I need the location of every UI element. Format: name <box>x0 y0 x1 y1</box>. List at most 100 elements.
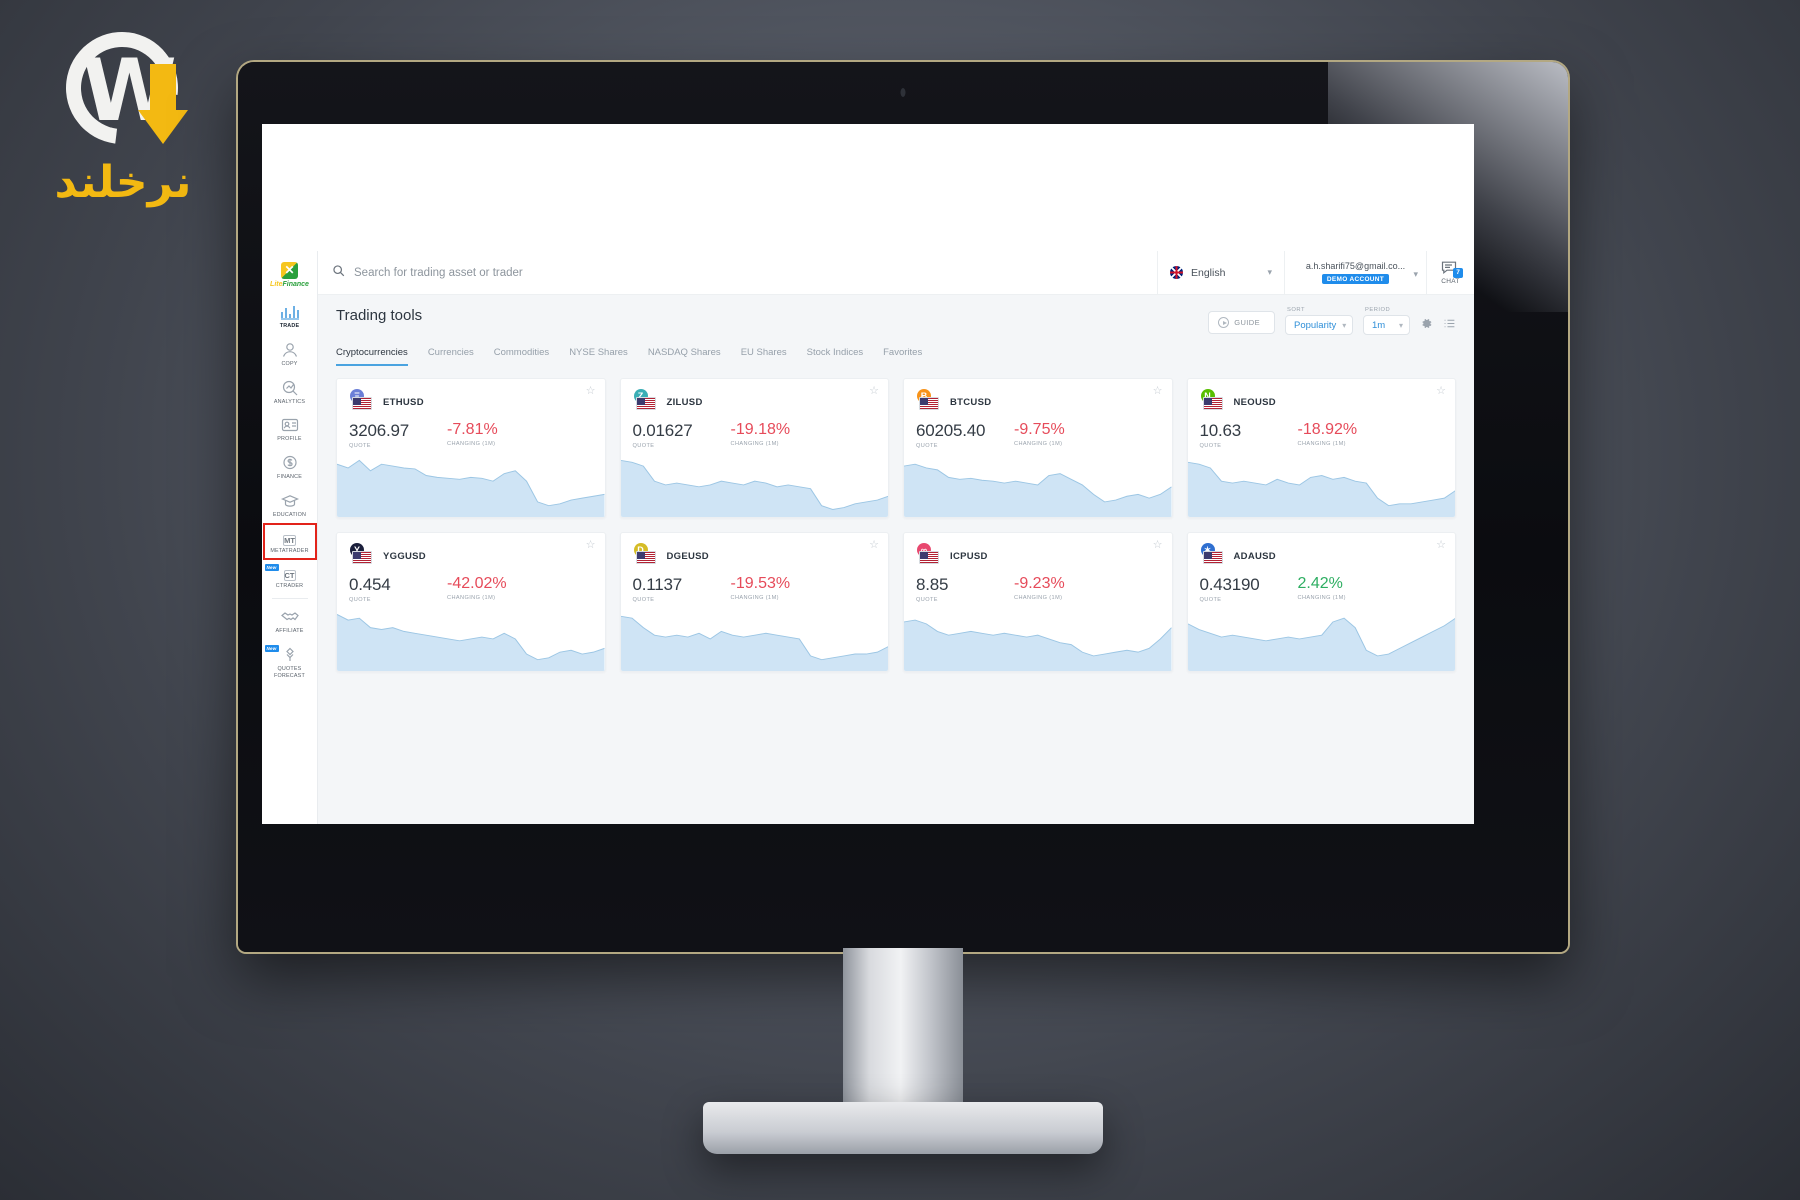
favorite-star-icon[interactable]: ☆ <box>586 540 596 551</box>
change-stat: -42.02% CHANGING (1M) <box>447 575 507 603</box>
quote-stat: 60205.40 QUOTE <box>916 421 1014 449</box>
sort-field: SORT Popularity ▾ <box>1285 307 1353 335</box>
sidebar-item-analytics[interactable]: ANALYTICS <box>264 373 316 411</box>
us-flag-icon <box>635 397 656 410</box>
sidebar-item-quotes-forecast[interactable]: New QUOTES FORECAST <box>264 640 316 685</box>
asset-card-neousd[interactable]: ☆ N NEOUSD 10.63 QUOTE -18.92% CHANGING (1M) <box>1186 378 1456 518</box>
tab-commodities[interactable]: Commodities <box>494 347 549 366</box>
asset-symbol: NEOUSD <box>1233 396 1276 408</box>
chat-label: CHAT <box>1441 278 1460 285</box>
account-menu[interactable]: a.h.sharifi75@gmail.co... DEMO ACCOUNT ▾ <box>1284 251 1426 294</box>
chat-button[interactable]: 7 CHAT <box>1426 251 1474 294</box>
quote-label: QUOTE <box>632 597 655 603</box>
gear-icon[interactable] <box>1420 317 1433 333</box>
quote-value: 10.63 <box>1199 421 1242 440</box>
sidebar-item-ctrader[interactable]: New CT CTRADER <box>264 559 316 595</box>
quote-label: QUOTE <box>349 597 371 603</box>
asset-card-dgeusd[interactable]: ☆ D DGEUSD 0.1137 QUOTE -19.53% CHANGING (1M) <box>619 532 889 672</box>
watermark-mark: W <box>43 9 201 167</box>
tab-currencies[interactable]: Currencies <box>428 347 474 366</box>
asset-card-btcusd[interactable]: ☆ Ƀ BTCUSD 60205.40 QUOTE -9.75% CHANGING (1M) <box>903 378 1173 518</box>
search-bar[interactable] <box>318 251 1157 294</box>
sidebar-item-finance[interactable]: FINANCE <box>264 448 316 486</box>
favorite-star-icon[interactable]: ☆ <box>1436 540 1446 551</box>
change-label: CHANGING (1M) <box>1297 595 1346 601</box>
sidebar-item-profile[interactable]: PROFILE <box>264 410 316 448</box>
asset-card-adausd[interactable]: ☆ ✶ ADAUSD 0.43190 QUOTE 2.42% CHANGING (1M) <box>1186 532 1456 672</box>
language-selector[interactable]: English ▾ <box>1157 251 1284 294</box>
favorite-star-icon[interactable]: ☆ <box>869 386 879 397</box>
sidebar-label-affiliate: AFFILIATE <box>275 628 304 634</box>
account-email: a.h.sharifi75@gmail.co... <box>1305 261 1406 271</box>
sidebar-item-affiliate[interactable]: AFFILIATE <box>264 602 316 640</box>
sidebar-item-education[interactable]: EDUCATION <box>264 486 316 524</box>
sort-value: Popularity <box>1294 319 1337 331</box>
favorite-star-icon[interactable]: ☆ <box>869 540 879 551</box>
tab-nyse-shares[interactable]: NYSE Shares <box>569 347 628 366</box>
tab-favorites[interactable]: Favorites <box>883 347 922 366</box>
litefinance-logo[interactable]: LiteFinance <box>266 255 314 295</box>
logo-text-lite: Lite <box>270 281 283 288</box>
favorite-star-icon[interactable]: ☆ <box>1436 386 1446 397</box>
chevron-down-icon: ▾ <box>1267 267 1272 277</box>
sidebar-divider <box>271 598 308 599</box>
sidebar-item-copy[interactable]: COPY <box>264 335 316 373</box>
change-value: -7.81% <box>447 421 498 438</box>
change-value: -19.53% <box>730 575 791 592</box>
topbar: English ▾ a.h.sharifi75@gmail.co... DEMO… <box>318 251 1474 295</box>
quote-stat: 3206.97 QUOTE <box>349 421 447 449</box>
watermark-logo: W نرخلند <box>38 9 208 228</box>
litefinance-mark-icon <box>281 262 298 279</box>
favorite-star-icon[interactable]: ☆ <box>586 386 596 397</box>
change-value: -18.92% <box>1297 421 1358 438</box>
quote-label: QUOTE <box>916 443 938 449</box>
asset-card-yggusd[interactable]: ☆ Y YGGUSD 0.454 QUOTE -42.02% CHANGING (1M) <box>336 532 606 672</box>
change-stat: -7.81% CHANGING (1M) <box>447 421 498 449</box>
sidebar-item-metatrader[interactable]: MT METATRADER <box>262 522 317 561</box>
sort-select[interactable]: Popularity ▾ <box>1285 315 1353 335</box>
sparkline-chart <box>620 605 888 671</box>
asset-icons: Ξ <box>349 389 375 415</box>
quote-value: 60205.40 <box>916 421 986 440</box>
quote-stat: 8.85 QUOTE <box>916 575 1014 603</box>
change-label: CHANGING (1M) <box>730 441 779 447</box>
asset-symbol: BTCUSD <box>950 396 992 408</box>
main-header: Trading tools GUIDE SORT Popularity ▾ PE… <box>318 307 1474 335</box>
asset-header: N NEOUSD <box>1188 379 1456 415</box>
id-card-icon <box>280 416 300 433</box>
tab-stock-indices[interactable]: Stock Indices <box>807 347 864 366</box>
search-input[interactable] <box>354 266 1157 279</box>
asset-symbol: ICPUSD <box>950 550 988 562</box>
asset-card-ethusd[interactable]: ☆ Ξ ETHUSD 3206.97 QUOTE -7.81% CHANGING (1M) <box>336 378 606 518</box>
asset-stats: 0.1137 QUOTE -19.53% CHANGING (1M) <box>621 569 889 603</box>
asset-card-zilusd[interactable]: ☆ Z ZILUSD 0.01627 QUOTE -19.18% CHANGING (1M) <box>619 378 889 518</box>
asset-header: D DGEUSD <box>621 533 889 569</box>
litefinance-wordmark: LiteFinance <box>270 281 309 288</box>
asset-symbol: YGGUSD <box>383 550 426 562</box>
change-value: -9.75% <box>1014 421 1065 438</box>
change-stat: -9.23% CHANGING (1M) <box>1014 575 1065 603</box>
quote-label: QUOTE <box>916 597 938 603</box>
asset-header: Y YGGUSD <box>337 533 605 569</box>
asset-stats: 3206.97 QUOTE -7.81% CHANGING (1M) <box>337 415 605 449</box>
us-flag-icon <box>635 551 656 564</box>
tab-cryptocurrencies[interactable]: Cryptocurrencies <box>336 347 408 366</box>
quote-label: QUOTE <box>349 443 371 449</box>
asset-card-icpusd[interactable]: ☆ ∞ ICPUSD 8.85 QUOTE -9.23% CHANGING (1M) <box>903 532 1173 672</box>
list-view-icon[interactable] <box>1443 317 1456 333</box>
sidebar-label-analytics: ANALYTICS <box>273 398 306 405</box>
tab-eu-shares[interactable]: EU Shares <box>741 347 787 366</box>
change-value: 2.42% <box>1297 575 1343 592</box>
us-flag-icon <box>352 551 372 564</box>
favorite-star-icon[interactable]: ☆ <box>1153 540 1163 551</box>
sidebar-item-trade[interactable]: TRADE <box>264 297 316 335</box>
sidebar-label-metatrader: METATRADER <box>270 547 309 554</box>
guide-button[interactable]: GUIDE <box>1208 311 1275 334</box>
quote-stat: 0.43190 QUOTE <box>1200 575 1298 603</box>
tab-nasdaq-shares[interactable]: NASDAQ Shares <box>648 347 721 366</box>
period-select[interactable]: 1m ▾ <box>1363 315 1410 335</box>
favorite-star-icon[interactable]: ☆ <box>1153 386 1163 397</box>
watermark-arrow-icon <box>138 64 188 144</box>
asset-symbol: ETHUSD <box>383 396 424 408</box>
language-label: English <box>1191 266 1226 279</box>
